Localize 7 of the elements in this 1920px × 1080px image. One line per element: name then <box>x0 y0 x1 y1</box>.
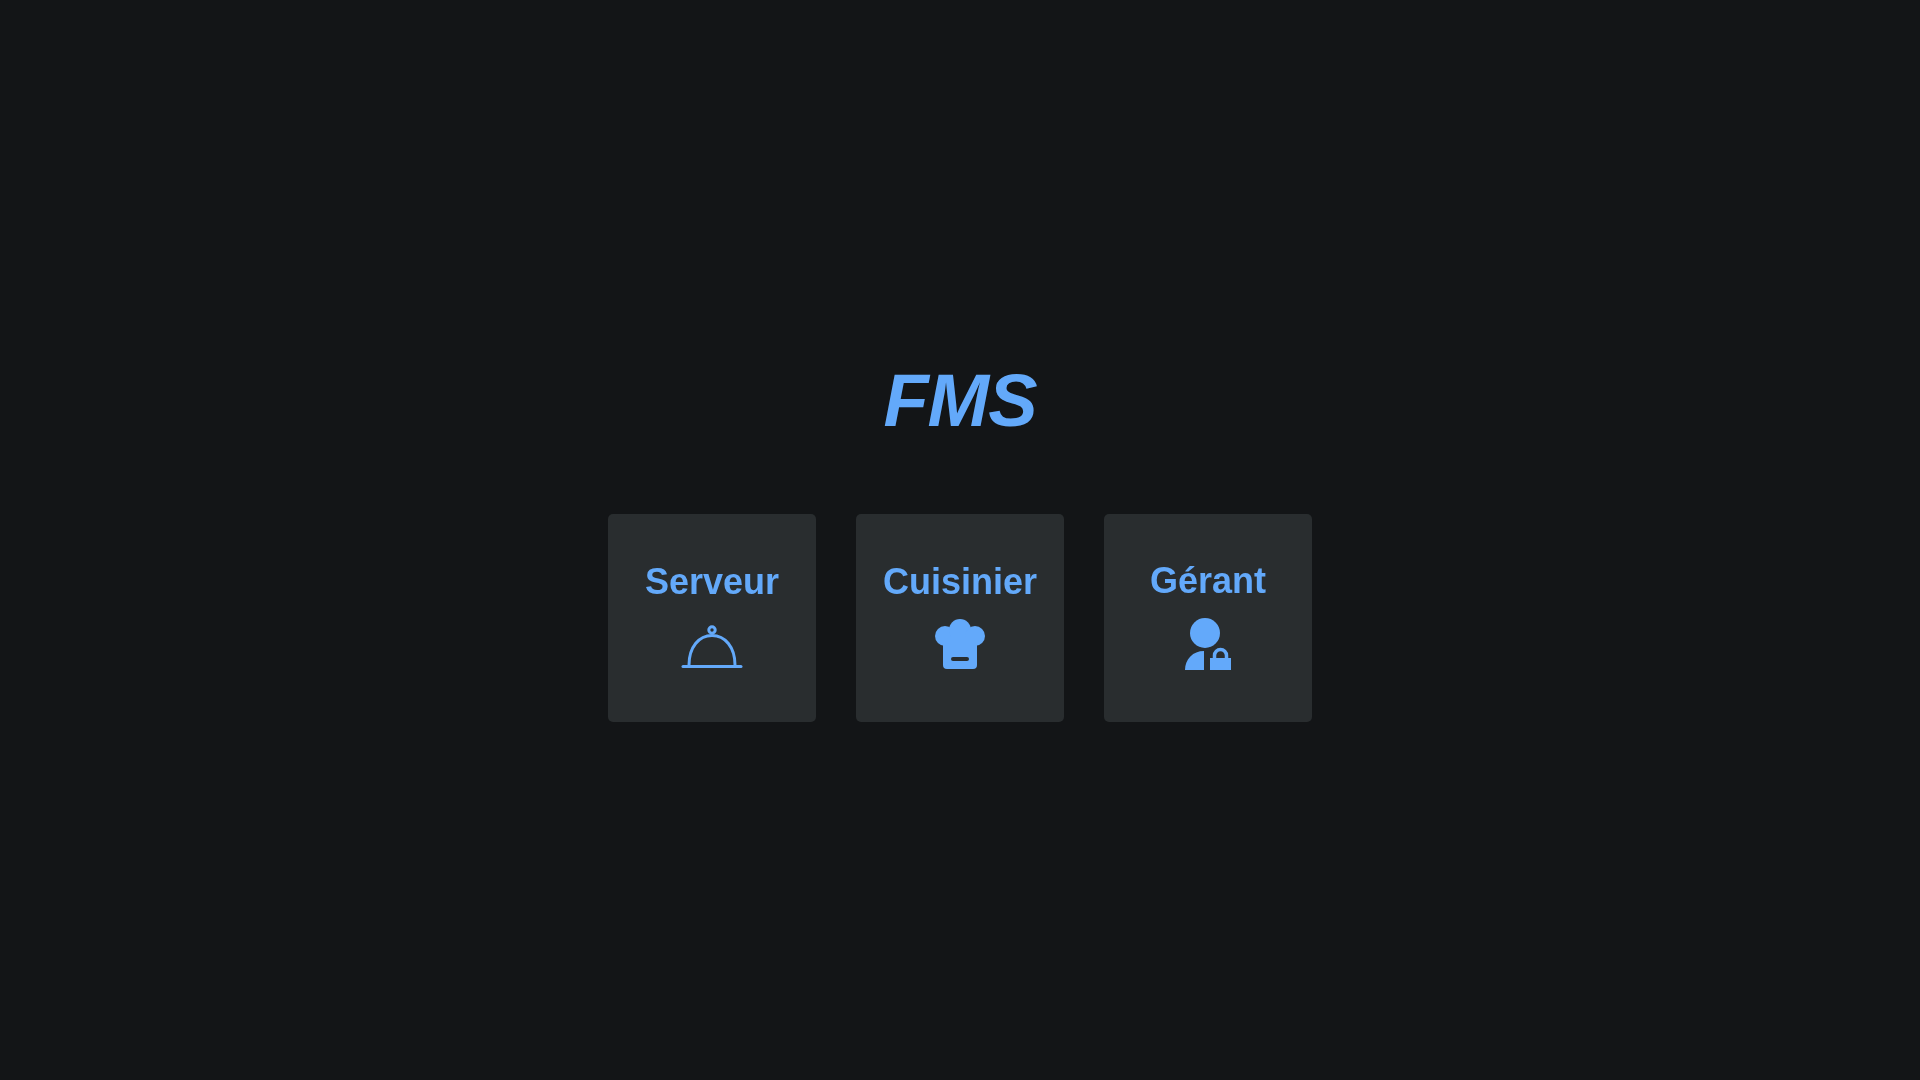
cloche-icon <box>681 625 743 669</box>
chef-hat-icon <box>935 619 985 669</box>
role-button[interactable]: Cuisinier <box>856 514 1064 722</box>
role-button[interactable]: Gérant <box>1104 514 1312 722</box>
app-title: FMS <box>883 358 1037 444</box>
role-button[interactable]: Serveur <box>608 514 816 722</box>
user-lock-icon <box>1185 618 1231 670</box>
